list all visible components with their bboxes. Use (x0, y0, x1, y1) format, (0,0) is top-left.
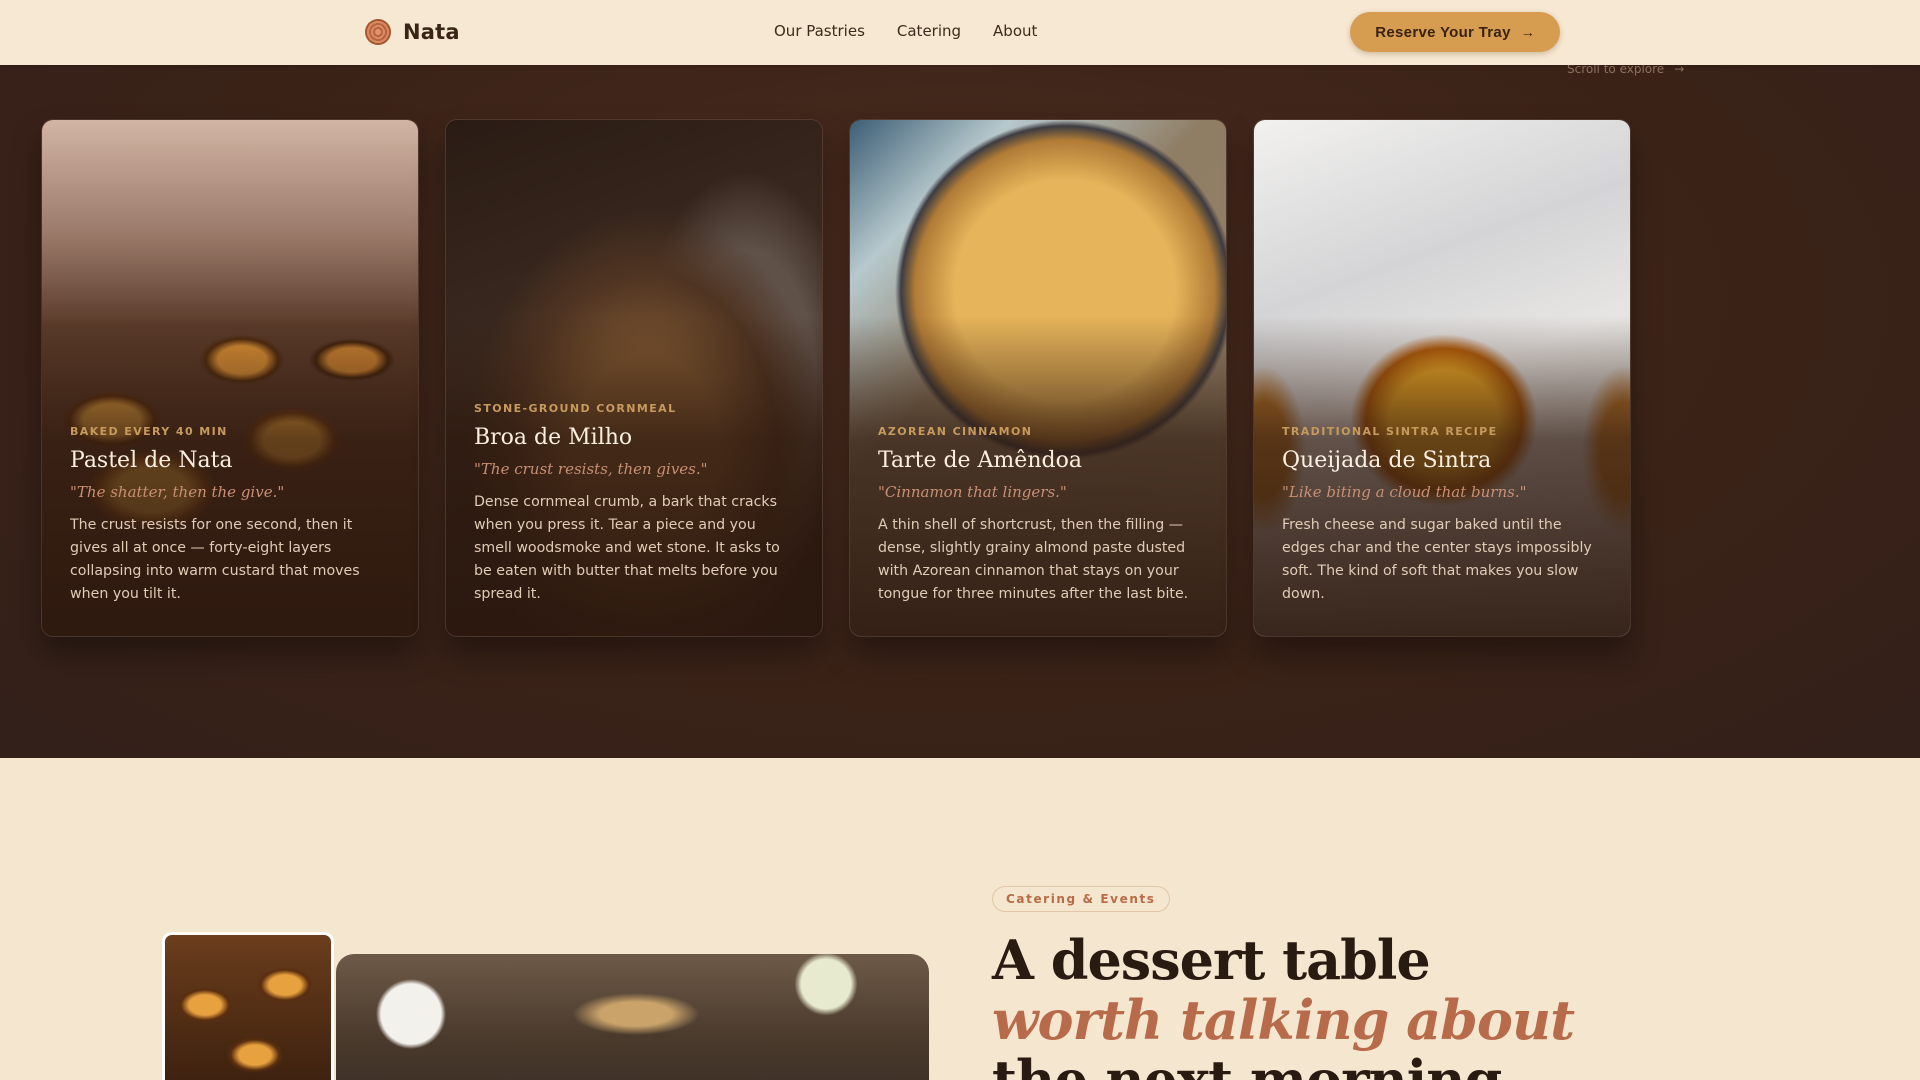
brand-name: Nata (403, 20, 460, 44)
catering-photo-pastries (162, 932, 334, 1080)
card-eyebrow: Stone-ground cornmeal (474, 402, 677, 415)
nav-link-our-pastries[interactable]: Our Pastries (774, 22, 865, 40)
nav-link-about[interactable]: About (993, 22, 1037, 40)
primary-nav: Our Pastries Catering About (774, 22, 1037, 40)
card-title: Tarte de Amêndoa (878, 448, 1082, 473)
card-title: Broa de Milho (474, 425, 633, 450)
card-title: Pastel de Nata (70, 448, 233, 473)
pastry-card-tarte-de-amendoa[interactable]: Azorean cinnamon Tarte de Amêndoa "Cinna… (849, 119, 1227, 637)
pastry-card-broa-de-milho[interactable]: Stone-ground cornmeal Broa de Milho "The… (445, 119, 823, 637)
reserve-tray-button[interactable]: Reserve Your Tray → (1350, 12, 1560, 52)
card-title: Queijada de Sintra (1282, 448, 1492, 473)
pastry-card-pastel-de-nata[interactable]: Baked every 40 min Pastel de Nata "The s… (41, 119, 419, 637)
catering-photo-dessert-table (336, 954, 929, 1080)
card-body: Stone-ground cornmeal Broa de Milho "The… (474, 402, 794, 606)
pastries-section: Scroll to explore → Baked every 40 min P… (0, 0, 1920, 758)
card-body: Baked every 40 min Pastel de Nata "The s… (70, 425, 390, 606)
catering-headline: A dessert table worth talking about the … (992, 928, 1575, 1080)
nata-logo-icon (365, 19, 391, 45)
card-quote: "Like biting a cloud that burns." (1282, 483, 1527, 501)
card-quote: "The crust resists, then gives." (474, 460, 708, 478)
top-navigation: Nata Our Pastries Catering About Reserve… (0, 0, 1920, 65)
card-eyebrow: Traditional Sintra recipe (1282, 425, 1498, 438)
card-description: Dense cornmeal crumb, a bark that cracks… (474, 494, 780, 602)
card-description: The crust resists for one second, then i… (70, 517, 360, 602)
card-eyebrow: Baked every 40 min (70, 425, 228, 438)
reserve-tray-label: Reserve Your Tray (1375, 23, 1511, 41)
nav-link-catering[interactable]: Catering (897, 22, 961, 40)
card-description: Fresh cheese and sugar baked until the e… (1282, 517, 1592, 602)
brand-logo-link[interactable]: Nata (365, 19, 460, 45)
card-quote: "Cinnamon that lingers." (878, 483, 1067, 501)
catering-tag: Catering & Events (992, 886, 1170, 912)
pastry-card-queijada-de-sintra[interactable]: Traditional Sintra recipe Queijada de Si… (1253, 119, 1631, 637)
card-body: Azorean cinnamon Tarte de Amêndoa "Cinna… (878, 425, 1198, 606)
headline-line-3: the next morning (992, 1048, 1502, 1080)
card-body: Traditional Sintra recipe Queijada de Si… (1282, 425, 1602, 606)
card-eyebrow: Azorean cinnamon (878, 425, 1033, 438)
arrow-right-icon: → (1520, 24, 1535, 40)
card-quote: "The shatter, then the give." (70, 483, 285, 501)
headline-line-2: worth talking about (992, 988, 1575, 1052)
card-description: A thin shell of shortcrust, then the fil… (878, 517, 1189, 602)
headline-line-1: A dessert table (992, 928, 1431, 992)
